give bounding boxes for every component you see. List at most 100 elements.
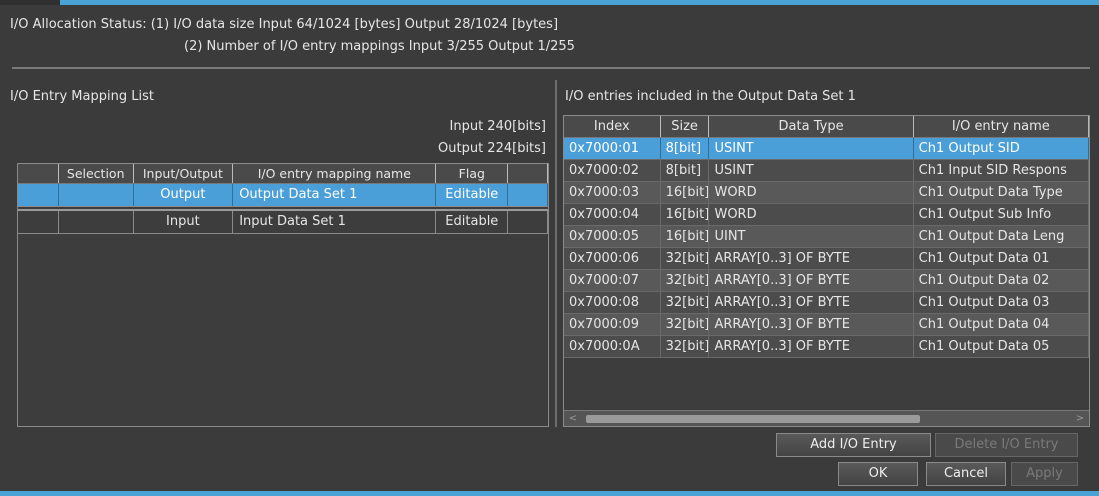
index-cell: 0x7000:03 [564,182,661,203]
status-line-data-size: I/O Allocation Status: (1) I/O data size… [10,17,559,32]
size-cell: 8[bit] [661,138,710,159]
input-bits-label: Input 240[bits] [449,119,546,134]
entry-name-cell: Ch1 Output Data Leng [914,226,1089,247]
apply-button[interactable]: Apply [1011,462,1078,486]
size-cell: 32[bit] [661,292,710,313]
io-entry-row[interactable]: 0x7000:03 16[bit] WORD Ch1 Output Data Type [564,182,1089,204]
entry-name-cell: Ch1 Output Data Type [914,182,1089,203]
column-header-entry-name[interactable]: I/O entry name [914,116,1089,137]
io-entry-row[interactable]: 0x7000:05 16[bit] UINT Ch1 Output Data Leng [564,226,1089,248]
column-header-index[interactable]: Index [564,116,661,137]
mapping-row-input[interactable]: Input Input Data Set 1 Editable [18,211,549,234]
index-cell: 0x7000:02 [564,160,661,181]
size-cell: 16[bit] [661,182,710,203]
index-cell: 0x7000:05 [564,226,661,247]
column-header-blank [18,164,59,183]
status-line-entry-mappings: (2) Number of I/O entry mappings Input 3… [184,39,575,54]
io-entry-row[interactable]: 0x7000:09 32[bit] ARRAY[0..3] OF BYTE Ch1 O… [564,314,1089,336]
entry-name-cell: Ch1 Output Data 04 [914,314,1089,335]
extra-cell [508,211,549,233]
index-cell: 0x7000:06 [564,248,661,269]
output-bits-label: Output 224[bits] [438,141,546,156]
io-entry-row[interactable]: 0x7000:06 32[bit] ARRAY[0..3] OF BYTE Ch1 O… [564,248,1089,270]
size-cell: 32[bit] [661,314,710,335]
mapping-grid-header: Selection Input/Output I/O entry mapping… [18,164,549,184]
horizontal-scrollbar[interactable]: < > [564,410,1089,426]
flag-cell: Editable [436,184,509,206]
index-cell: 0x7000:07 [564,270,661,291]
scroll-right-icon[interactable]: > [1073,413,1087,425]
scrollbar-thumb[interactable] [586,415,920,423]
io-cell: Input [134,211,234,233]
index-cell: 0x7000:08 [564,292,661,313]
panel-splitter[interactable] [555,80,557,427]
column-header-size[interactable]: Size [661,116,710,137]
column-header-input-output[interactable]: Input/Output [134,164,234,183]
size-cell: 32[bit] [661,270,710,291]
data-type-cell: USINT [709,160,914,181]
data-type-cell: WORD [709,182,914,203]
data-type-cell: ARRAY[0..3] OF BYTE [709,292,914,313]
io-entry-row[interactable]: 0x7000:01 8[bit] USINT Ch1 Output SID [564,138,1089,160]
io-entry-row[interactable]: 0x7000:07 32[bit] ARRAY[0..3] OF BYTE Ch1 O… [564,270,1089,292]
entry-name-cell: Ch1 Output Data 05 [914,336,1089,357]
mapping-list-title: I/O Entry Mapping List [10,89,154,104]
index-cell: 0x7000:04 [564,204,661,225]
size-cell: 8[bit] [661,160,710,181]
selection-cell[interactable] [59,211,134,233]
row-indicator [18,211,59,233]
entry-name-cell: Ch1 Output Data 03 [914,292,1089,313]
size-cell: 32[bit] [661,336,710,357]
extra-cell [508,184,549,206]
flag-cell: Editable [436,211,509,233]
index-cell: 0x7000:01 [564,138,661,159]
tab-stub [0,0,60,5]
data-type-cell: UINT [709,226,914,247]
column-header-data-type[interactable]: Data Type [709,116,914,137]
size-cell: 16[bit] [661,204,710,225]
io-entries-grid[interactable]: Index Size Data Type I/O entry name 0x70… [563,115,1090,427]
row-indicator [18,184,59,206]
entry-name-cell: Ch1 Output Data 01 [914,248,1089,269]
entries-grid-header: Index Size Data Type I/O entry name [564,116,1089,138]
horizontal-divider [12,67,1090,69]
ok-button[interactable]: OK [838,462,918,486]
io-entry-mapping-grid[interactable]: Selection Input/Output I/O entry mapping… [17,163,549,427]
scroll-left-icon[interactable]: < [566,413,580,425]
io-entry-row[interactable]: 0x7000:0A 32[bit] ARRAY[0..3] OF BYTE Ch1 O… [564,336,1089,358]
size-cell: 32[bit] [661,248,710,269]
column-header-extra [508,164,549,183]
mapping-name-cell: Output Data Set 1 [233,184,437,206]
data-type-cell: WORD [709,204,914,225]
io-cell: Output [134,184,234,206]
cancel-button[interactable]: Cancel [926,462,1006,486]
io-entry-row[interactable]: 0x7000:02 8[bit] USINT Ch1 Input SID Respon… [564,160,1089,182]
io-entry-row[interactable]: 0x7000:04 16[bit] WORD Ch1 Output Sub Info [564,204,1089,226]
index-cell: 0x7000:09 [564,314,661,335]
entry-name-cell: Ch1 Output SID [914,138,1089,159]
delete-io-entry-button[interactable]: Delete I/O Entry [935,433,1078,457]
add-io-entry-button[interactable]: Add I/O Entry [776,433,931,457]
data-type-cell: ARRAY[0..3] OF BYTE [709,336,914,357]
data-type-cell: ARRAY[0..3] OF BYTE [709,248,914,269]
io-entry-row[interactable]: 0x7000:08 32[bit] ARRAY[0..3] OF BYTE Ch1 O… [564,292,1089,314]
mapping-name-cell: Input Data Set 1 [233,211,437,233]
data-type-cell: ARRAY[0..3] OF BYTE [709,314,914,335]
column-header-mapping-name[interactable]: I/O entry mapping name [233,164,437,183]
size-cell: 16[bit] [661,226,710,247]
bottom-accent-bar [0,491,1099,496]
data-type-cell: ARRAY[0..3] OF BYTE [709,270,914,291]
entry-name-cell: Ch1 Input SID Respons [914,160,1089,181]
column-header-selection[interactable]: Selection [59,164,134,183]
entry-name-cell: Ch1 Output Sub Info [914,204,1089,225]
selection-cell[interactable] [59,184,134,206]
index-cell: 0x7000:0A [564,336,661,357]
column-header-flag[interactable]: Flag [436,164,509,183]
entry-name-cell: Ch1 Output Data 02 [914,270,1089,291]
io-allocation-status: I/O Allocation Status: (1) I/O data size… [10,14,575,58]
top-accent-bar [0,0,1099,5]
data-type-cell: USINT [709,138,914,159]
mapping-row-output[interactable]: Output Output Data Set 1 Editable [18,184,549,207]
entries-grid-body: 0x7000:01 8[bit] USINT Ch1 Output SID 0x7000… [564,138,1089,358]
output-entries-title: I/O entries included in the Output Data … [565,89,856,104]
